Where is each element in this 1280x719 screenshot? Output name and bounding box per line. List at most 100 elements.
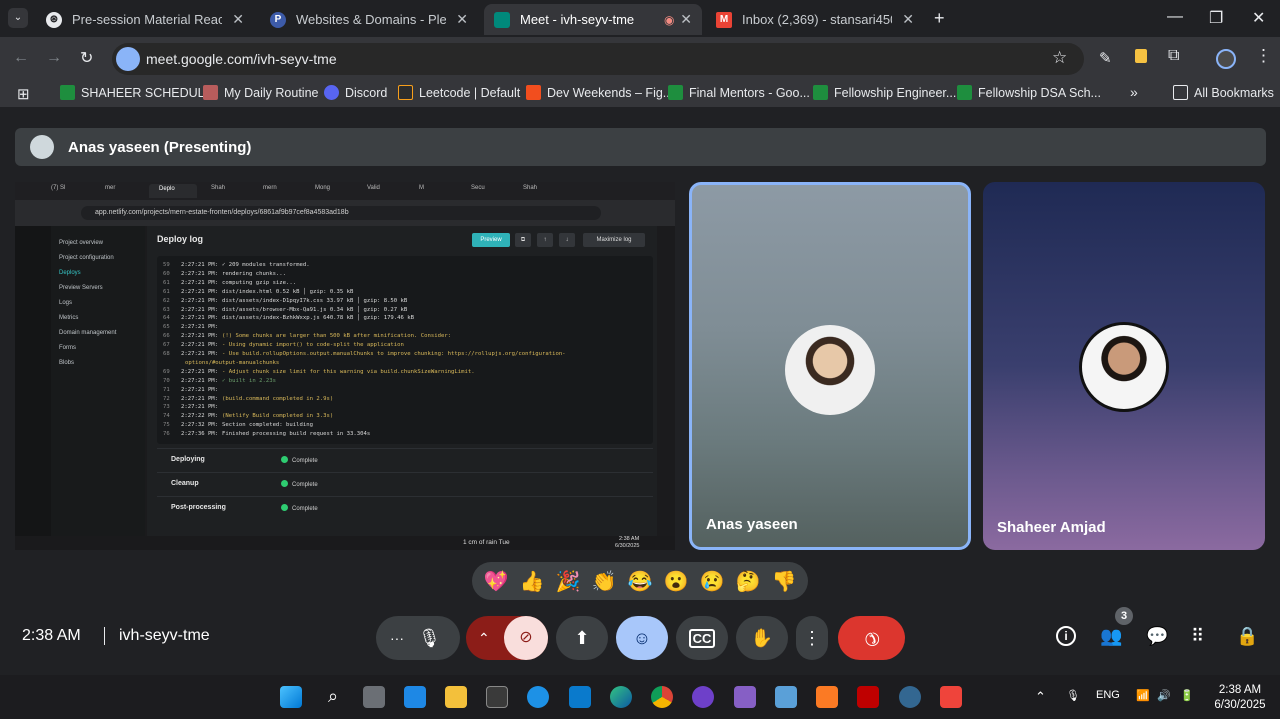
filezilla-icon[interactable] [857,686,879,708]
file-explorer-icon[interactable] [445,686,467,708]
notepad-icon[interactable] [404,686,426,708]
info-icon[interactable]: i [1056,626,1076,646]
restore-button[interactable]: ❐ [1209,8,1223,28]
log-line: 65 2:27:21 PM: [163,324,219,331]
sheets-icon [668,85,683,100]
system-clock[interactable]: 2:38 AM 6/30/2025 [1205,683,1275,713]
reaction-heart[interactable]: 💖 [484,569,509,594]
windows-start-icon[interactable] [280,686,302,708]
xampp-icon[interactable] [816,686,838,708]
bookmark-dev-weekends[interactable]: Dev Weekends – Fig... [526,85,673,100]
reaction-party[interactable]: 🎉 [556,569,581,594]
extensions-icon[interactable]: ⧉ [1168,47,1179,65]
postgresql-icon[interactable] [899,686,921,708]
reaction-laugh[interactable]: 😂 [628,569,653,594]
bookmark-final-mentors[interactable]: Final Mentors - Goo... [668,85,810,100]
close-icon[interactable]: ✕ [232,11,244,28]
deploy-log-panel: Deploy log Preview ⧉ ↑ ↓ Maximize log 59… [147,226,657,536]
search-icon[interactable]: ⌕ [322,686,344,708]
participant-name: Anas yaseen [706,516,798,533]
system-time: 2:38 AM [1218,684,1262,696]
more-bookmarks-chevron-icon[interactable]: » [1130,84,1138,100]
present-screen-button[interactable]: ⬆ [556,616,608,660]
reaction-thumbs-up[interactable]: 👍 [520,569,545,594]
activities-icon[interactable]: ⠿ [1191,626,1204,647]
meeting-clock: 2:38 AM [22,627,81,644]
host-controls-icon[interactable]: 🔒 [1236,626,1258,647]
address-bar[interactable]: meet.google.com/ivh-seyv-tme ☆ [112,43,1084,75]
sheets-icon [60,85,75,100]
close-icon[interactable]: ✕ [680,11,692,28]
close-icon[interactable]: ✕ [456,11,468,28]
language-indicator[interactable]: ENG [1096,689,1120,701]
bookmark-daily-routine[interactable]: My Daily Routine [203,85,318,100]
calendar-icon [203,85,218,100]
all-bookmarks[interactable]: All Bookmarks [1173,85,1274,100]
wifi-icon[interactable]: 📶 [1136,689,1150,702]
forward-icon[interactable]: → [46,49,62,67]
video-settings-button[interactable]: ⌃ ⊘ [466,616,548,660]
copy-icon: ⧉ [515,233,531,247]
tab-gmail[interactable]: M Inbox (2,369) - stansari4500@g ✕ [706,4,924,35]
bookmark-fellowship-dsa[interactable]: Fellowship DSA Sch... [957,85,1101,100]
reactions-button[interactable]: ☺ [616,616,668,660]
chrome-icon[interactable] [651,686,673,708]
participant-tile-anas[interactable]: Anas yaseen [689,182,971,550]
participant-tile-shaheer[interactable]: Shaheer Amjad [983,182,1265,550]
more-options-button[interactable]: ⋮ [796,616,828,660]
github-icon[interactable] [692,686,714,708]
close-window-button[interactable]: ✕ [1252,8,1265,28]
reaction-thinking[interactable]: 🤔 [736,569,761,594]
volume-icon[interactable]: 🔊 [1157,689,1171,702]
profile-avatar[interactable] [1216,49,1236,69]
reload-icon[interactable]: ↻ [80,48,93,68]
reaction-surprised[interactable]: 😮 [664,569,689,594]
minimize-button[interactable]: — [1167,8,1183,26]
captions-button[interactable]: CC [676,616,728,660]
task-view-icon[interactable] [363,686,385,708]
url-text: meet.google.com/ivh-seyv-tme [146,51,337,67]
bookmark-star-icon[interactable]: ☆ [1052,48,1067,68]
visual-studio-icon[interactable] [734,686,756,708]
log-line: 61 2:27:21 PM: dist/index.html 0.52 kB │ g… [163,288,354,295]
plesk-icon: P [270,11,286,28]
audio-settings-button[interactable]: ··· 🎙 [376,616,460,660]
new-tab-button[interactable]: + [934,8,945,29]
tab-plesk[interactable]: P Websites & Domains - Plesk Ob ✕ [260,4,478,35]
log-line: 72 2:27:21 PM: (build.command completed in… [163,395,334,402]
microphone-icon[interactable] [116,47,140,71]
close-icon[interactable]: ✕ [902,11,914,28]
people-icon[interactable]: 👥 [1100,626,1122,647]
tab-search-button[interactable]: ⌄ [8,8,28,28]
reaction-thumbs-down[interactable]: 👎 [772,569,797,594]
bookmark-discord[interactable]: Discord [324,85,387,100]
snipping-tool-icon[interactable] [775,686,797,708]
back-icon[interactable]: ← [13,49,29,67]
reaction-sad[interactable]: 😢 [700,569,725,594]
bookmark-leetcode[interactable]: Leetcode | Default [398,85,520,100]
vscode-icon[interactable] [569,686,591,708]
edge-icon[interactable] [610,686,632,708]
participant-avatar [1079,322,1169,412]
tab-meet[interactable]: Meet - ivh-seyv-tme ◉ ✕ [484,4,702,35]
log-line: 64 2:27:21 PM: dist/assets/index-BzhkWxxp.… [163,315,415,322]
anydesk-icon[interactable] [940,686,962,708]
bookmark-fellowship-engineer[interactable]: Fellowship Engineer... [813,85,956,100]
terminal-icon[interactable] [486,686,508,708]
tray-microphone-icon[interactable]: 🎙 [1066,689,1080,702]
nav-deploys: Deploys [59,270,81,276]
chat-icon[interactable]: 💬 [1146,626,1168,647]
battery-icon[interactable]: 🔋 [1180,689,1194,702]
tray-chevron-icon[interactable]: ⌃ [1035,689,1046,705]
menu-icon[interactable]: ⋮ [1255,46,1272,66]
apps-grid-icon[interactable]: ⊞ [17,85,30,103]
lock-extension-icon[interactable] [1135,49,1147,63]
chevron-up-icon: ⌃ [478,629,490,646]
docker-icon[interactable] [527,686,549,708]
tab-pre-session[interactable]: ⊛ Pre-session Material React Desi ✕ [36,4,254,35]
raise-hand-button[interactable]: ✋ [736,616,788,660]
leave-call-button[interactable]: ✆ [838,616,905,660]
reaction-clap[interactable]: 👏 [592,569,617,594]
pen-extension-icon[interactable]: ✎ [1099,49,1112,67]
bookmark-shaheer-schedule[interactable]: SHAHEER SCHEDUL... [60,85,215,100]
